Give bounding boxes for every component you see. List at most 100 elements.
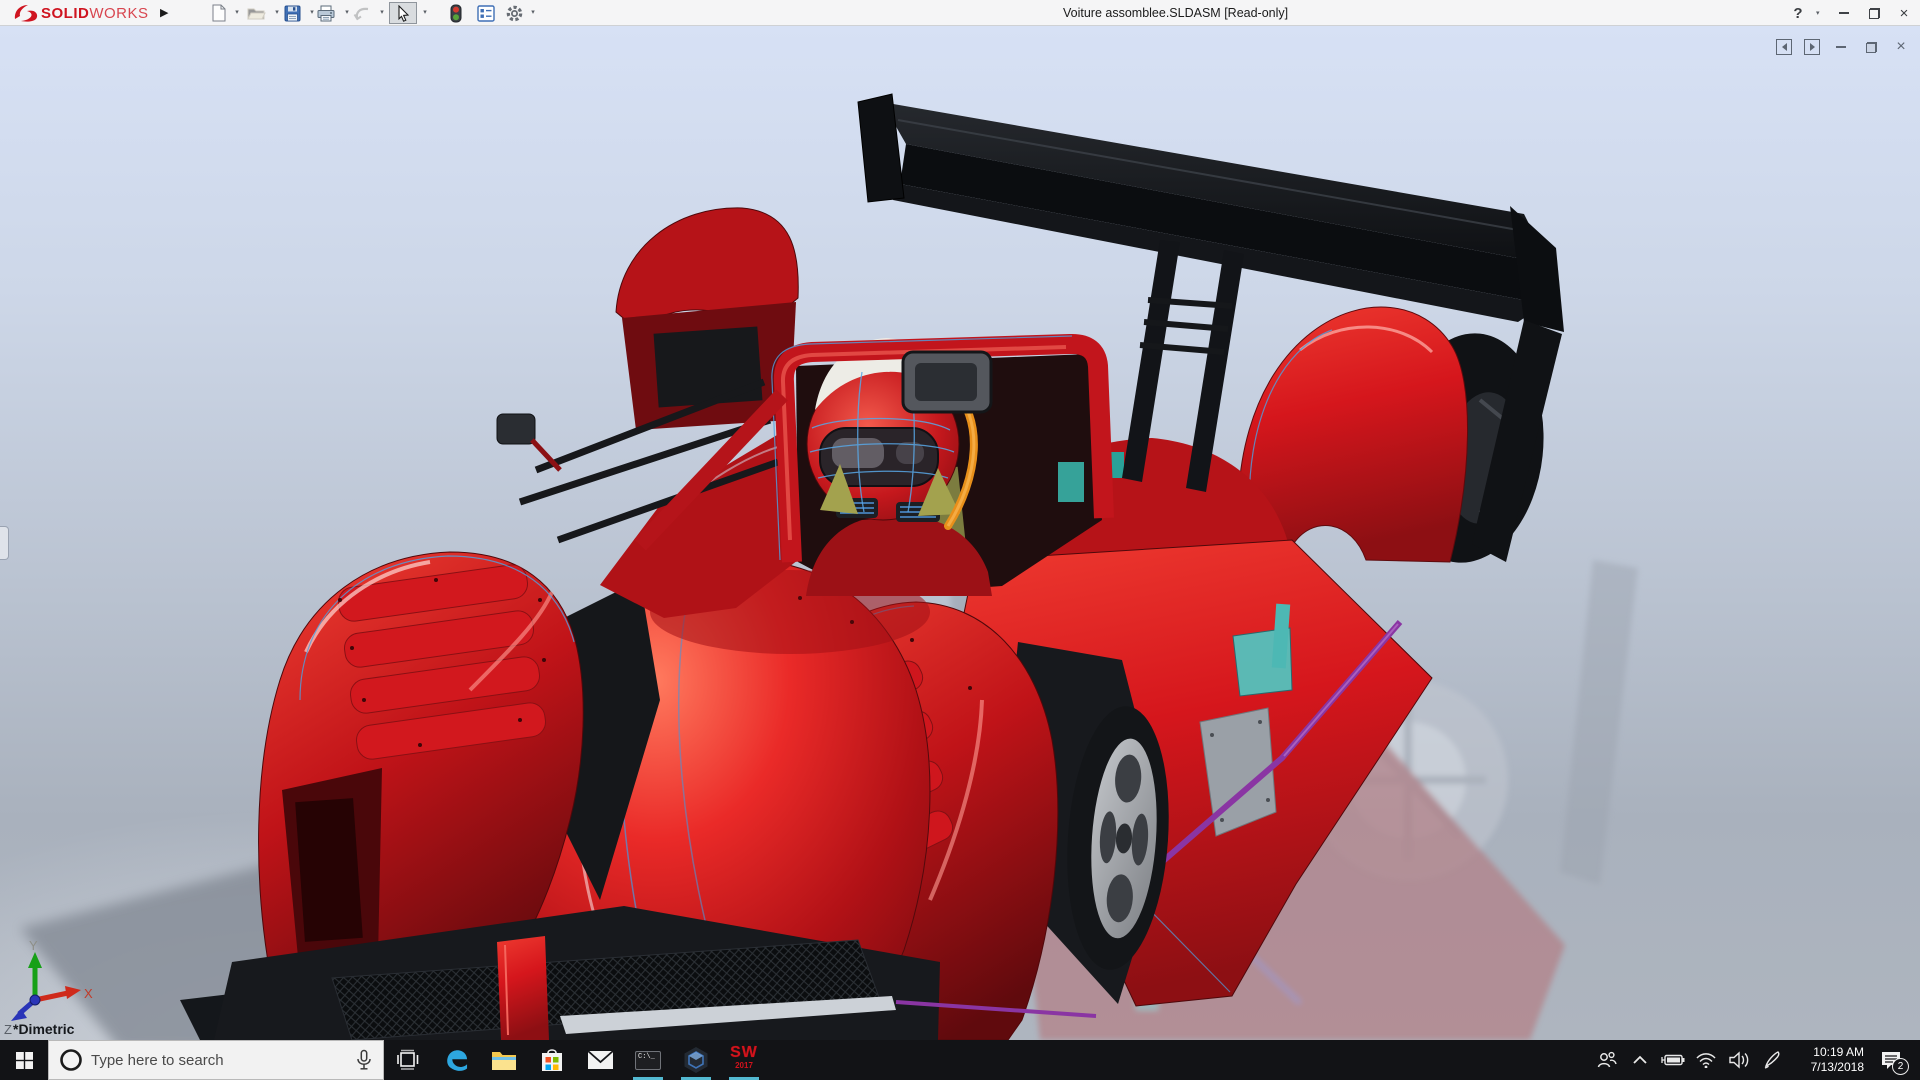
y-axis-arrow	[28, 952, 42, 968]
sw-letters: SW	[727, 1044, 761, 1062]
pen-icon	[1762, 1050, 1782, 1070]
taskbar-search[interactable]	[48, 1040, 384, 1080]
save-button[interactable]	[280, 2, 304, 24]
clock-date: 7/13/2018	[1788, 1060, 1864, 1075]
taskbar-app-solidworks[interactable]: SW 2017	[720, 1040, 768, 1080]
solidworks-window: SOLIDWORKS ▶ ▾ ▾	[0, 0, 1920, 1080]
select-tool-button[interactable]	[389, 2, 417, 24]
expand-pane-button[interactable]	[1804, 39, 1820, 55]
viewport-3d-scene[interactable]	[0, 26, 1920, 1040]
undo-caret-icon[interactable]: ▾	[377, 8, 387, 16]
display-settings-button[interactable]	[474, 2, 498, 24]
open-icon	[247, 5, 266, 21]
app-minimize-button[interactable]	[1832, 1, 1856, 25]
start-button[interactable]	[0, 1040, 48, 1080]
app-window-controls: ? ▾ ×	[1786, 0, 1916, 26]
menu-flyout-arrow-icon[interactable]: ▶	[160, 5, 168, 21]
microphone-icon[interactable]	[355, 1049, 373, 1071]
minimize-icon	[1836, 46, 1846, 48]
rebuild-button[interactable]	[444, 2, 468, 24]
mail-icon	[587, 1050, 614, 1070]
minimize-icon	[1839, 12, 1849, 14]
restore-icon	[1866, 42, 1877, 53]
people-button[interactable]	[1590, 1040, 1623, 1080]
logo-text: SOLIDWORKS	[41, 5, 149, 22]
select-cursor-icon	[396, 5, 411, 22]
people-icon	[1596, 1050, 1618, 1070]
open-button[interactable]	[244, 2, 268, 24]
select-caret-icon[interactable]: ▾	[420, 8, 430, 16]
taskbar-app-edge[interactable]	[432, 1040, 480, 1080]
new-caret-icon[interactable]: ▾	[232, 8, 242, 16]
cad-viewer-icon	[682, 1046, 710, 1074]
battery-icon	[1661, 1053, 1685, 1067]
action-center-button[interactable]: 2	[1868, 1040, 1914, 1080]
left-mirror[interactable]	[497, 414, 535, 444]
task-view-icon	[396, 1048, 420, 1072]
wifi-icon	[1695, 1052, 1717, 1068]
windows-logo-icon	[16, 1052, 33, 1069]
power-status-button[interactable]	[1656, 1040, 1689, 1080]
x-axis-arrow	[65, 986, 81, 999]
help-button[interactable]: ?	[1786, 1, 1810, 25]
command-prompt-icon: C:\_	[635, 1051, 661, 1070]
cortana-icon[interactable]	[59, 1048, 83, 1072]
save-icon	[284, 5, 301, 22]
file-explorer-icon	[491, 1049, 517, 1071]
clock-time: 10:19 AM	[1788, 1045, 1864, 1060]
app-close-button[interactable]: ×	[1892, 1, 1916, 25]
chevron-up-icon	[1632, 1055, 1648, 1065]
store-icon	[540, 1047, 564, 1073]
collapse-pane-button[interactable]	[1776, 39, 1792, 55]
display-settings-icon	[477, 5, 495, 22]
restore-icon	[1869, 8, 1880, 19]
rebuild-traffic-light-icon	[450, 4, 462, 23]
system-tray: 10:19 AM 7/13/2018 2	[1590, 1040, 1920, 1080]
doc-minimize-button[interactable]	[1832, 38, 1850, 56]
options-button[interactable]	[502, 2, 526, 24]
new-document-icon	[210, 4, 227, 22]
edge-icon	[443, 1047, 470, 1074]
document-window-controls: ×	[1776, 38, 1910, 56]
doc-close-button[interactable]: ×	[1892, 38, 1910, 56]
speaker-icon	[1728, 1051, 1750, 1069]
graphics-viewport[interactable]: × Y X Z *Dimetric	[0, 26, 1920, 1040]
taskbar-clock[interactable]: 10:19 AM 7/13/2018	[1788, 1045, 1868, 1075]
y-axis-label: Y	[29, 938, 38, 953]
hidden-icons-button[interactable]	[1623, 1040, 1656, 1080]
taskbar-app-task-view[interactable]	[384, 1040, 432, 1080]
titlebar: SOLIDWORKS ▶ ▾ ▾	[0, 0, 1920, 26]
notification-badge: 2	[1892, 1058, 1909, 1075]
network-button[interactable]	[1689, 1040, 1722, 1080]
taskbar-app-command-prompt[interactable]: C:\_	[624, 1040, 672, 1080]
solidworks-app-icon: SW 2017	[727, 1044, 761, 1076]
taskbar-app-file-explorer[interactable]	[480, 1040, 528, 1080]
options-caret-icon[interactable]: ▾	[528, 8, 538, 16]
print-icon	[317, 5, 335, 22]
cmd-label: C:\	[638, 1053, 651, 1061]
help-caret-icon[interactable]: ▾	[1816, 9, 1826, 17]
triangle-left-icon	[1782, 43, 1787, 51]
document-title: Voiture assomblee.SLDASM [Read-only]	[1063, 6, 1288, 20]
taskbar-app-store[interactable]	[528, 1040, 576, 1080]
solidworks-logo-icon	[12, 3, 38, 23]
new-document-button[interactable]	[206, 2, 230, 24]
gear-icon	[505, 4, 524, 23]
print-button[interactable]	[314, 2, 338, 24]
solidworks-logo: SOLIDWORKS	[12, 2, 149, 24]
windows-ink-button[interactable]	[1755, 1040, 1788, 1080]
feature-panel-collapsed-tab[interactable]	[0, 526, 9, 560]
volume-button[interactable]	[1722, 1040, 1755, 1080]
undo-button[interactable]	[350, 2, 374, 24]
view-orientation-label: *Dimetric	[13, 1021, 74, 1037]
undo-icon	[353, 5, 371, 21]
triangle-right-icon	[1810, 43, 1815, 51]
sw-year: 2017	[727, 1062, 761, 1070]
windows-taskbar: C:\_ SW 2017	[0, 1040, 1920, 1080]
app-restore-button[interactable]	[1862, 1, 1886, 25]
taskbar-app-mail[interactable]	[576, 1040, 624, 1080]
search-input[interactable]	[91, 1052, 345, 1069]
doc-restore-button[interactable]	[1862, 38, 1880, 56]
taskbar-app-cad-viewer[interactable]	[672, 1040, 720, 1080]
center-mirror[interactable]	[903, 352, 991, 412]
